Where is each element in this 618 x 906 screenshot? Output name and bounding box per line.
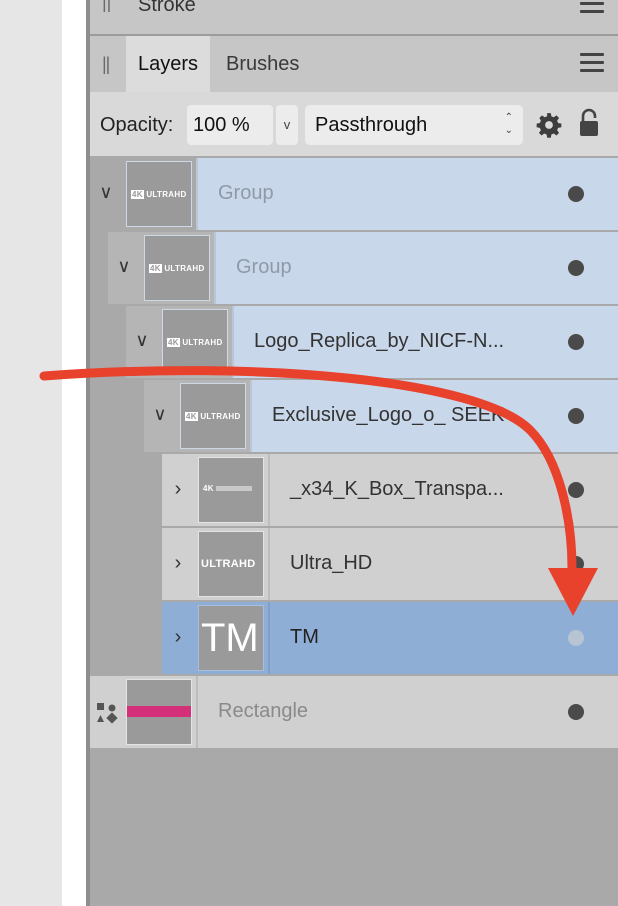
tm-thumb-text: TM bbox=[201, 616, 259, 660]
layer-row[interactable]: ∨ 4K ULTRAHD Group bbox=[108, 232, 618, 304]
up-down-chevron-icon: ⌃ ⌄ bbox=[504, 112, 513, 136]
chevron-down-icon[interactable]: ∨ bbox=[150, 404, 170, 425]
layer-name-cell[interactable]: Exclusive_Logo_o_ SEEK bbox=[250, 380, 618, 452]
visibility-dot-icon[interactable] bbox=[568, 704, 584, 720]
drag-grip-icon[interactable]: || bbox=[102, 0, 111, 13]
lock-icon[interactable] bbox=[578, 108, 600, 138]
pink-stripe bbox=[127, 706, 191, 717]
layer-name: Group bbox=[218, 182, 274, 204]
visibility-dot-icon[interactable] bbox=[568, 334, 584, 350]
logo-4k-box: 4K bbox=[203, 484, 253, 493]
chevron-down-icon[interactable]: ∨ bbox=[114, 256, 134, 277]
stroke-panel-header[interactable]: || Stroke bbox=[90, 0, 618, 34]
layer-name-cell[interactable]: Group bbox=[196, 158, 618, 230]
opacity-label: Opacity: bbox=[100, 114, 174, 136]
layer-row[interactable]: › ULTRAHD Ultra_HD bbox=[162, 528, 618, 600]
logo-4k-ultrahd: 4K ULTRAHD bbox=[167, 338, 223, 347]
blend-mode-select[interactable]: Passthrough ⌃ ⌄ bbox=[305, 105, 523, 145]
shape-layer-icon bbox=[97, 703, 118, 724]
layer-row[interactable]: ∨ 4K ULTRAHD Logo_Replica_by_NICF-N... bbox=[126, 306, 618, 378]
layer-thumbnail bbox=[126, 679, 192, 745]
layer-row[interactable]: › 4K _x34_K_Box_Transpa... bbox=[162, 454, 618, 526]
layer-name-cell[interactable]: Group bbox=[214, 232, 618, 304]
canvas-edge bbox=[62, 0, 86, 906]
layers-panel-tabs: || Layers Brushes bbox=[90, 36, 618, 92]
layer-row[interactable]: ∨ 4K ULTRAHD Group bbox=[90, 158, 618, 230]
panel-menu-icon[interactable] bbox=[580, 0, 604, 13]
tab-layers[interactable]: Layers bbox=[126, 36, 211, 92]
layer-row[interactable]: Rectangle bbox=[90, 676, 618, 748]
blend-mode-value: Passthrough bbox=[315, 114, 428, 136]
chevron-down-icon[interactable]: ∨ bbox=[132, 330, 152, 351]
visibility-dot-icon[interactable] bbox=[568, 482, 584, 498]
logo-4k-ultrahd: 4K ULTRAHD bbox=[131, 190, 187, 199]
layer-thumbnail: 4K ULTRAHD bbox=[144, 235, 210, 301]
layer-name: Rectangle bbox=[218, 700, 309, 722]
layer-name: TM bbox=[290, 626, 319, 648]
layer-name: Group bbox=[236, 256, 292, 278]
chevron-right-icon[interactable]: › bbox=[168, 478, 188, 501]
drag-grip-icon[interactable]: || bbox=[102, 54, 110, 75]
layer-name: Exclusive_Logo_o_ SEEK bbox=[272, 404, 505, 426]
logo-4k-ultrahd: 4K ULTRAHD bbox=[185, 412, 241, 421]
layer-name: Logo_Replica_by_NICF-N... bbox=[254, 330, 505, 352]
layer-name-cell[interactable]: Rectangle bbox=[196, 676, 618, 748]
layer-options-bar: Opacity: 100 % v Passthrough ⌃ ⌄ bbox=[90, 92, 618, 156]
layer-name-cell[interactable]: Logo_Replica_by_NICF-N... bbox=[232, 306, 618, 378]
tab-brushes[interactable]: Brushes bbox=[214, 36, 311, 92]
layer-thumbnail: 4K ULTRAHD bbox=[162, 309, 228, 375]
layer-thumbnail: ULTRAHD bbox=[198, 531, 264, 597]
layer-name-cell[interactable]: _x34_K_Box_Transpa... bbox=[268, 454, 618, 526]
chevron-down-icon[interactable]: ∨ bbox=[96, 182, 116, 203]
logo-4k-ultrahd: 4K ULTRAHD bbox=[149, 264, 205, 273]
opacity-value: 100 % bbox=[193, 114, 250, 136]
layer-thumbnail: 4K ULTRAHD bbox=[180, 383, 246, 449]
layer-name-cell[interactable]: TM bbox=[268, 602, 618, 674]
layer-row-selected[interactable]: › TM TM bbox=[162, 602, 618, 674]
layer-thumbnail: 4K ULTRAHD bbox=[126, 161, 192, 227]
layer-row[interactable]: ∨ 4K ULTRAHD Exclusive_Logo_o_ SEEK bbox=[144, 380, 618, 452]
chevron-right-icon[interactable]: › bbox=[168, 552, 188, 575]
canvas-background bbox=[0, 0, 62, 906]
visibility-dot-icon[interactable] bbox=[568, 260, 584, 276]
layer-thumbnail: 4K bbox=[198, 457, 264, 523]
opacity-dropdown-button[interactable]: v bbox=[276, 105, 298, 145]
stroke-panel-title: Stroke bbox=[138, 0, 196, 16]
layer-name-cell[interactable]: Ultra_HD bbox=[268, 528, 618, 600]
layer-name: _x34_K_Box_Transpa... bbox=[290, 478, 504, 500]
layer-thumbnail: TM bbox=[198, 605, 264, 671]
panel-menu-icon[interactable] bbox=[580, 53, 604, 72]
gear-icon[interactable] bbox=[536, 112, 562, 138]
visibility-dot-icon[interactable] bbox=[568, 408, 584, 424]
visibility-dot-icon[interactable] bbox=[568, 186, 584, 202]
logo-ultrahd: ULTRAHD bbox=[201, 558, 256, 570]
visibility-dot-icon[interactable] bbox=[568, 630, 584, 646]
visibility-dot-icon[interactable] bbox=[568, 556, 584, 572]
layer-name: Ultra_HD bbox=[290, 552, 373, 574]
opacity-input[interactable]: 100 % bbox=[187, 105, 273, 145]
chevron-right-icon[interactable]: › bbox=[168, 626, 188, 649]
